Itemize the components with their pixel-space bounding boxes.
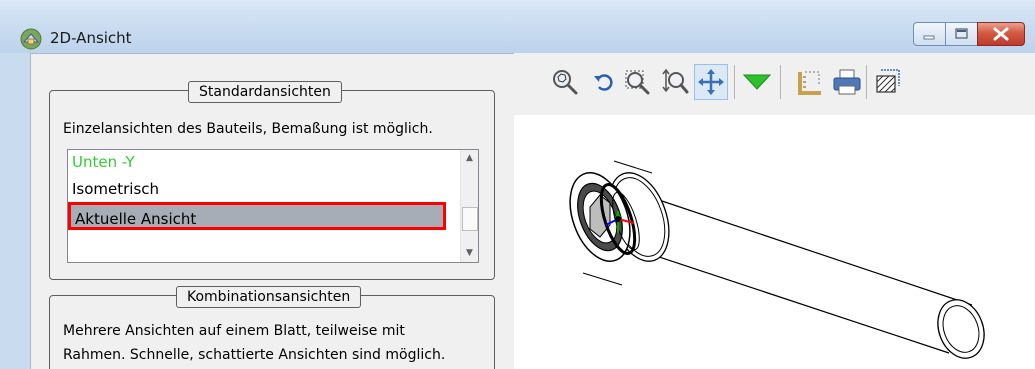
bolt-drawing <box>569 160 985 359</box>
zoom-dynamic-button[interactable] <box>658 64 692 100</box>
list-item-aktuelle-ansicht[interactable]: Aktuelle Ansicht <box>68 202 446 230</box>
view-dropdown-button[interactable] <box>740 64 774 100</box>
hatch-section-icon <box>876 69 900 93</box>
standard-views-legend: Standardansichten <box>188 81 342 103</box>
zoom-fit-icon <box>553 70 578 95</box>
zoom-window-icon <box>625 70 650 95</box>
zoom-dynamic-icon <box>662 68 689 94</box>
list-scrollbar[interactable]: ▲ ▼ <box>460 150 478 262</box>
app-icon <box>20 28 42 50</box>
combination-views-legend: Kombinationsansichten <box>176 286 362 308</box>
list-item-unten-y[interactable]: Unten -Y <box>72 150 135 175</box>
zoom-fit-button[interactable] <box>548 64 582 100</box>
minimize-icon <box>923 35 935 40</box>
triangle-down-icon <box>742 74 772 90</box>
close-button[interactable] <box>977 22 1025 46</box>
undo-view-button[interactable] <box>586 64 620 100</box>
zoom-window-button[interactable] <box>620 64 654 100</box>
toolbar-separator <box>780 65 781 99</box>
minimize-button[interactable] <box>913 22 945 46</box>
toolbar-separator <box>866 65 867 99</box>
maximize-button[interactable] <box>945 22 977 46</box>
pan-button[interactable] <box>694 64 728 100</box>
print-button[interactable] <box>830 64 864 100</box>
list-item-isometrisch[interactable]: Isometrisch <box>72 177 159 202</box>
scroll-up-arrow-icon[interactable]: ▲ <box>461 150 478 167</box>
preview-pane <box>514 53 1035 369</box>
toolbar-separator <box>734 65 735 99</box>
standard-views-list[interactable]: Unten -Y Isometrisch Aktuelle Ansicht ▲ … <box>67 149 479 263</box>
view-toolbar <box>514 53 1035 115</box>
pan-icon <box>698 69 724 95</box>
section-view-button[interactable] <box>870 64 904 100</box>
maximize-icon <box>955 28 968 39</box>
close-icon <box>993 27 1009 41</box>
printer-icon <box>833 69 861 95</box>
scroll-down-arrow-icon[interactable]: ▼ <box>461 245 478 262</box>
undo-icon <box>594 74 613 91</box>
dimension-button[interactable] <box>792 64 826 100</box>
combination-views-description-line1: Mehrere Ansichten auf einem Blatt, teilw… <box>63 323 405 339</box>
left-pane: Standardansichten Einzelansichten des Ba… <box>30 53 515 369</box>
title-bar[interactable]: 2D-Ansicht <box>0 0 1035 53</box>
scroll-thumb[interactable] <box>462 207 478 231</box>
ruler-icon <box>798 71 821 95</box>
part-preview-canvas[interactable] <box>514 115 1035 369</box>
window-title: 2D-Ansicht <box>50 29 132 47</box>
caption-buttons <box>913 22 1025 46</box>
standard-views-description: Einzelansichten des Bauteils, Bemaßung i… <box>63 121 433 137</box>
combination-views-description-line2: Rahmen. Schnelle, schattierte Ansichten … <box>63 347 446 363</box>
window: 2D-Ansicht Standardansichten Einzelansic… <box>0 0 1035 369</box>
